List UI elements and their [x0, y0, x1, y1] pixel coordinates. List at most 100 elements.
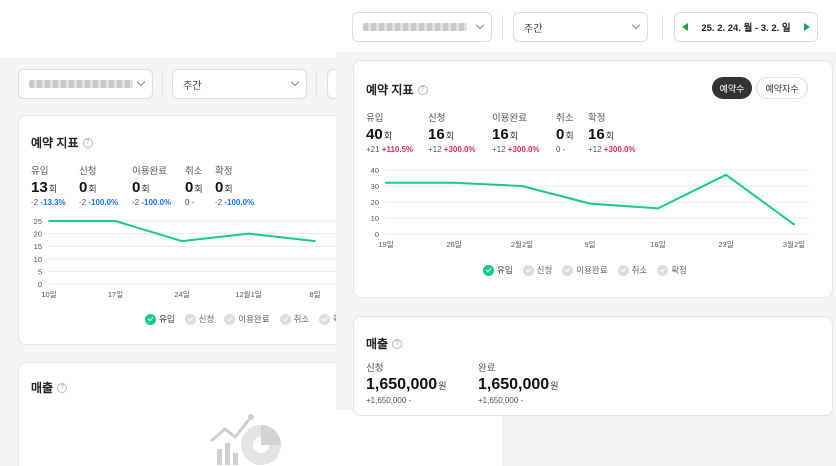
- period-value: 주간: [183, 80, 202, 92]
- delta-count: +1,650,000: [478, 396, 521, 405]
- metric-delta: +1,650,000 -: [478, 396, 570, 405]
- metric-delta: -2 -100.0%: [79, 198, 132, 207]
- data-point: [247, 232, 250, 235]
- metric-1: 유입 13회 -2 -13.3%: [31, 163, 79, 207]
- data-point: [793, 223, 795, 226]
- x-tick-label: 12월1일: [235, 289, 261, 299]
- data-point: [48, 220, 50, 222]
- toggle-right-label: 예약자수: [765, 83, 799, 94]
- data-point: [521, 185, 523, 187]
- toggle-reservation-count[interactable]: 예약수: [712, 77, 752, 99]
- y-tick-label: 10: [34, 255, 42, 264]
- legend-item-1[interactable]: 유입: [145, 313, 175, 325]
- chevron-down-icon: [290, 77, 300, 87]
- card-title: 예약 지표 ?: [366, 81, 428, 98]
- card-title: 매출 ?: [366, 335, 403, 352]
- back-period-select[interactable]: 주간: [172, 69, 307, 99]
- data-point: [385, 181, 387, 184]
- legend-item-1[interactable]: 유입: [483, 264, 513, 276]
- metric-delta: +12 +300.0%: [588, 145, 648, 154]
- empty-state-chart-icon: [210, 414, 281, 465]
- period-select[interactable]: 주간: [513, 12, 648, 42]
- legend-label: 확정: [671, 265, 687, 275]
- store-select[interactable]: [352, 12, 492, 42]
- data-point: [725, 173, 727, 176]
- delta-percent: -100.0%: [88, 198, 119, 207]
- check-icon: [522, 264, 534, 276]
- legend-item-4[interactable]: 취소: [617, 264, 647, 276]
- date-range-picker[interactable]: 25. 2. 24. 월 - 3. 2. 일: [674, 12, 818, 42]
- metric-value: 13회: [31, 179, 79, 196]
- chevron-down-icon: [136, 77, 146, 87]
- delta-percent: -: [191, 198, 195, 207]
- delta-count: -2: [31, 198, 41, 207]
- legend-item-3[interactable]: 이용완료: [562, 264, 608, 276]
- divider: [162, 72, 163, 96]
- x-tick-label: 17일: [108, 290, 123, 299]
- metric-unit: 회: [194, 184, 203, 194]
- toggle-reserver-count[interactable]: 예약자수: [756, 77, 808, 99]
- back-metrics: 유입 13회 -2 -13.3% 신청 0회 -2 -100.0% 이용완료 0회 -2 -10…: [31, 163, 265, 207]
- metric-value: 0회: [556, 126, 588, 143]
- metric-number: 0: [132, 179, 141, 196]
- metric-unit: 회: [48, 184, 57, 194]
- legend-item-5[interactable]: 확정: [657, 264, 687, 276]
- metric-label: 이용완료: [492, 113, 527, 124]
- y-tick-label: 0: [375, 230, 379, 239]
- help-icon[interactable]: ?: [392, 338, 403, 349]
- x-tick-label: 3월2일: [783, 239, 805, 249]
- divider: [316, 72, 317, 96]
- legend-item-2[interactable]: 신청: [522, 264, 552, 276]
- x-tick-label: 8일: [309, 290, 320, 299]
- metric-label: 신청: [79, 166, 97, 177]
- metric-unit: 회: [141, 184, 150, 194]
- metric-number: 16: [428, 126, 445, 143]
- check-icon: [319, 313, 331, 325]
- chart-legend: 유입 신청 이용완료 취소 확정: [483, 264, 687, 276]
- y-tick-label: 25: [34, 217, 42, 226]
- legend-label: 유입: [497, 265, 513, 275]
- y-tick-label: 5: [38, 267, 42, 276]
- metric-number: 1,650,000: [478, 376, 550, 393]
- delta-percent: +110.5%: [381, 145, 414, 154]
- metric-number: 1,650,000: [366, 376, 438, 393]
- metric-value: 40회: [366, 126, 428, 143]
- metric-delta: -2 -100.0%: [132, 198, 185, 207]
- x-tick-label: 24일: [174, 290, 189, 299]
- metric-4: 취소 0회 0 -: [185, 163, 215, 207]
- help-icon[interactable]: ?: [82, 137, 93, 148]
- help-icon[interactable]: ?: [57, 382, 68, 393]
- metric-label: 확정: [588, 113, 606, 124]
- delta-percent: -: [408, 396, 412, 405]
- legend-item-4[interactable]: 취소: [279, 313, 310, 325]
- delta-count: +1,650,000: [366, 396, 409, 405]
- delta-percent: +300.0%: [603, 145, 636, 154]
- legend-label: 취소: [293, 314, 310, 324]
- back-store-select[interactable]: [18, 69, 153, 99]
- metric-label: 이용완료: [132, 166, 167, 177]
- card-title: 매출 ?: [31, 379, 68, 396]
- background-header: [0, 0, 336, 58]
- help-icon[interactable]: ?: [417, 84, 428, 95]
- next-week-icon[interactable]: [804, 23, 810, 31]
- filter-bar: 주간 25. 2. 24. 월 - 3. 2. 일: [336, 0, 836, 52]
- metric-value: 16회: [428, 126, 492, 143]
- prev-week-icon[interactable]: [682, 23, 688, 31]
- delta-percent: -100.0%: [141, 198, 172, 207]
- redacted-store-name: [363, 23, 467, 31]
- data-point: [181, 240, 183, 243]
- metric-unit: 회: [445, 131, 454, 141]
- data-point: [589, 202, 591, 205]
- metric-label: 신청: [428, 113, 446, 124]
- delta-count: -2: [215, 198, 225, 207]
- check-icon: [562, 264, 574, 276]
- legend-item-3[interactable]: 이용완료: [224, 313, 270, 325]
- period-value: 주간: [524, 23, 543, 35]
- x-tick-label: 16일: [650, 240, 665, 249]
- metric-delta: +21 +110.5%: [366, 145, 428, 154]
- metric-4: 취소 0회 0 -: [556, 110, 588, 154]
- legend-item-2[interactable]: 신청: [184, 313, 214, 325]
- metric-2: 완료 1,650,000원 +1,650,000 -: [478, 360, 570, 405]
- delta-count: -2: [132, 198, 142, 207]
- metric-unit: 회: [88, 184, 97, 194]
